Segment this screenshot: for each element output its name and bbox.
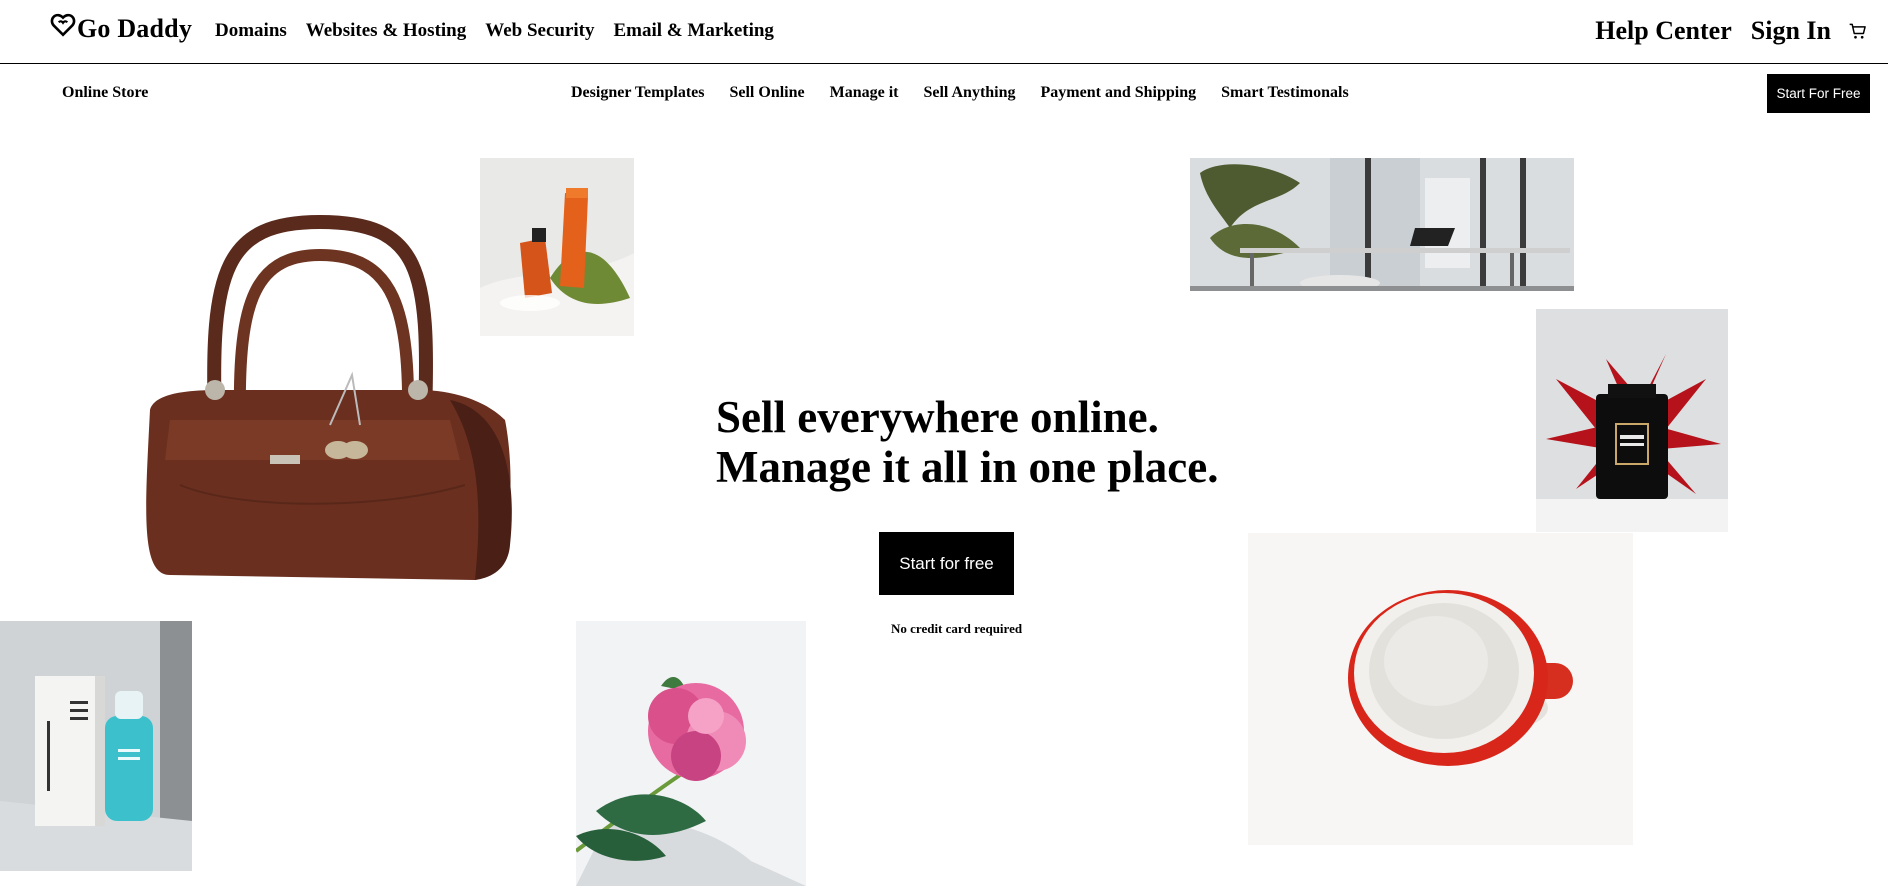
nav-email-marketing[interactable]: Email & Marketing [614,20,774,42]
secondary-nav-bar: Online Store Designer Templates Sell Onl… [0,64,1888,122]
start-for-free-hero-button[interactable]: Start for free [879,532,1014,595]
section-title: Online Store [62,84,149,101]
office-workspace-image [1190,158,1574,291]
sign-in-link[interactable]: Sign In [1751,16,1831,46]
subnav-payment-shipping[interactable]: Payment and Shipping [1041,84,1197,102]
hero-headline-line2: Manage it all in one place. [716,442,1219,492]
start-for-free-header-button[interactable]: Start For Free [1767,74,1870,113]
top-navigation-bar: Go Daddy Domains Websites & Hosting Web … [0,0,1888,64]
shopping-cart-icon[interactable] [1848,21,1868,41]
account-nav: Help Center Sign In [1595,16,1868,46]
nav-websites-hosting[interactable]: Websites & Hosting [306,20,466,42]
main-nav: Domains Websites & Hosting Web Security … [215,20,774,42]
nav-web-security[interactable]: Web Security [485,20,594,42]
skincare-bottles-image [480,158,634,336]
subnav-manage-it[interactable]: Manage it [830,84,899,102]
hero-headline-line1: Sell everywhere online. [716,392,1159,442]
secondary-nav: Designer Templates Sell Online Manage it… [571,84,1349,102]
perfume-bottle-image [1536,309,1728,532]
coffee-cup-image [1248,533,1633,845]
subnav-sell-anything[interactable]: Sell Anything [923,84,1015,102]
hero-headline: Sell everywhere online. Manage it all in… [716,392,1218,492]
logo-text: Go Daddy [77,14,193,43]
handbag-image [120,210,530,585]
no-credit-card-note: No credit card required [891,621,1023,636]
heart-outline-icon [50,13,76,37]
subnav-smart-testimonials[interactable]: Smart Testimonals [1221,84,1349,102]
serum-bottle-image [0,621,192,871]
subnav-sell-online[interactable]: Sell Online [729,84,804,102]
logo[interactable]: Go Daddy [50,13,193,44]
nav-domains[interactable]: Domains [215,20,287,42]
subnav-designer-templates[interactable]: Designer Templates [571,84,704,102]
help-center-link[interactable]: Help Center [1595,16,1731,46]
peony-flower-image [576,621,806,886]
